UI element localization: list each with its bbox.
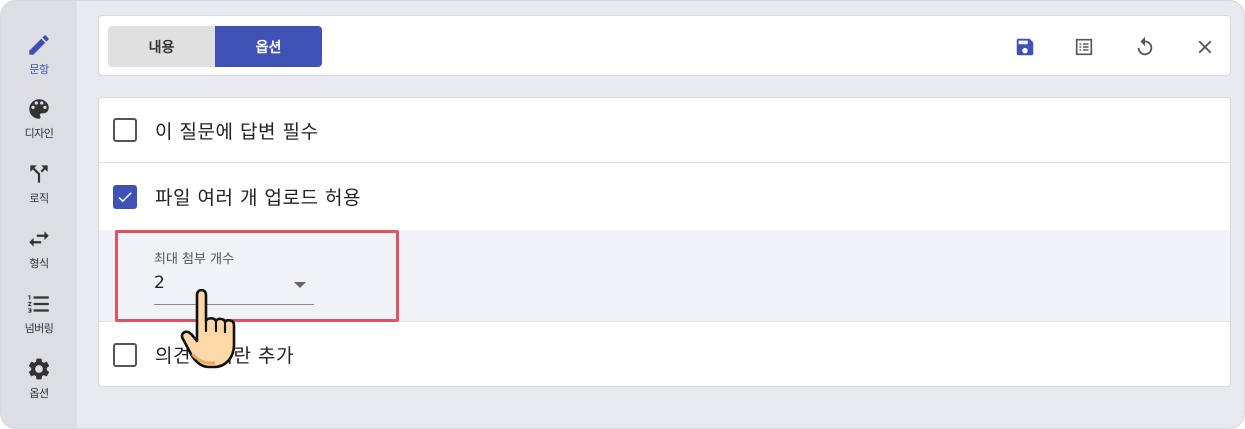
required-label: 이 질문에 답변 필수: [155, 120, 319, 143]
max-attachments-select[interactable]: 최대 첨부 개수 2: [154, 248, 314, 306]
option-row-comment: 의견 입력란 추가: [99, 322, 1230, 386]
tab-content[interactable]: 내용: [108, 26, 215, 67]
rail-item-numbering[interactable]: 넘버링: [1, 282, 77, 344]
required-checkbox[interactable]: [113, 118, 137, 142]
rail-label: 디자인: [24, 126, 54, 140]
multi-upload-label: 파일 여러 개 업로드 허용: [155, 187, 361, 209]
undo-button[interactable]: [1130, 32, 1160, 62]
option-row-required: 이 질문에 답변 필수: [99, 98, 1230, 163]
fork-icon: [30, 164, 48, 183]
max-attachments-value: 2: [154, 273, 165, 293]
rail-item-format[interactable]: 형식: [1, 217, 77, 279]
check-icon: [118, 191, 132, 202]
comment-field-checkbox[interactable]: [113, 342, 137, 367]
rail-label: 형식: [29, 256, 49, 270]
rail-label: 넘버링: [24, 321, 54, 335]
rail-label: 로직: [29, 191, 49, 205]
rail-item-question[interactable]: 문항: [1, 23, 77, 85]
editor-toolbar: 내용 옵션: [98, 15, 1231, 76]
comment-field-label: 의견 입력란 추가: [155, 345, 294, 367]
tab-options[interactable]: 옵션: [215, 26, 322, 67]
save-button[interactable]: [1010, 32, 1040, 62]
numbered-list-icon: [28, 294, 49, 313]
rail-item-logic[interactable]: 로직: [1, 152, 77, 214]
dropdown-caret-icon: [294, 282, 306, 288]
gear-icon: [28, 358, 50, 379]
undo-icon: [1137, 36, 1153, 56]
side-rail: 문항 디자인 로직 형식 넘버링 옵션: [1, 1, 77, 428]
list-icon: [1075, 38, 1093, 56]
select-underline: [154, 304, 314, 305]
app-frame: 문항 디자인 로직 형식 넘버링 옵션 내용 옵션 이 질문에 답변 필수 파일…: [0, 0, 1245, 429]
palette-icon: [29, 98, 49, 119]
rail-item-design[interactable]: 디자인: [1, 87, 77, 149]
close-button[interactable]: [1190, 32, 1220, 62]
close-icon: [1198, 40, 1212, 54]
option-row-multi-upload: 파일 여러 개 업로드 허용: [99, 163, 1230, 230]
list-view-button[interactable]: [1069, 32, 1099, 62]
swap-arrows-icon: [29, 230, 49, 247]
save-icon: [1016, 38, 1034, 56]
option-row-max-attachments: 최대 첨부 개수 2: [99, 230, 1230, 322]
rail-label: 옵션: [29, 386, 49, 400]
pencil-icon: [29, 34, 49, 55]
max-attachments-label: 최대 첨부 개수: [154, 252, 235, 267]
rail-label: 문항: [29, 62, 49, 76]
multi-upload-checkbox[interactable]: [113, 184, 137, 209]
rail-item-options[interactable]: 옵션: [1, 347, 77, 409]
options-card: 이 질문에 답변 필수 파일 여러 개 업로드 허용 최대 첨부 개수 2 의견…: [98, 97, 1231, 387]
